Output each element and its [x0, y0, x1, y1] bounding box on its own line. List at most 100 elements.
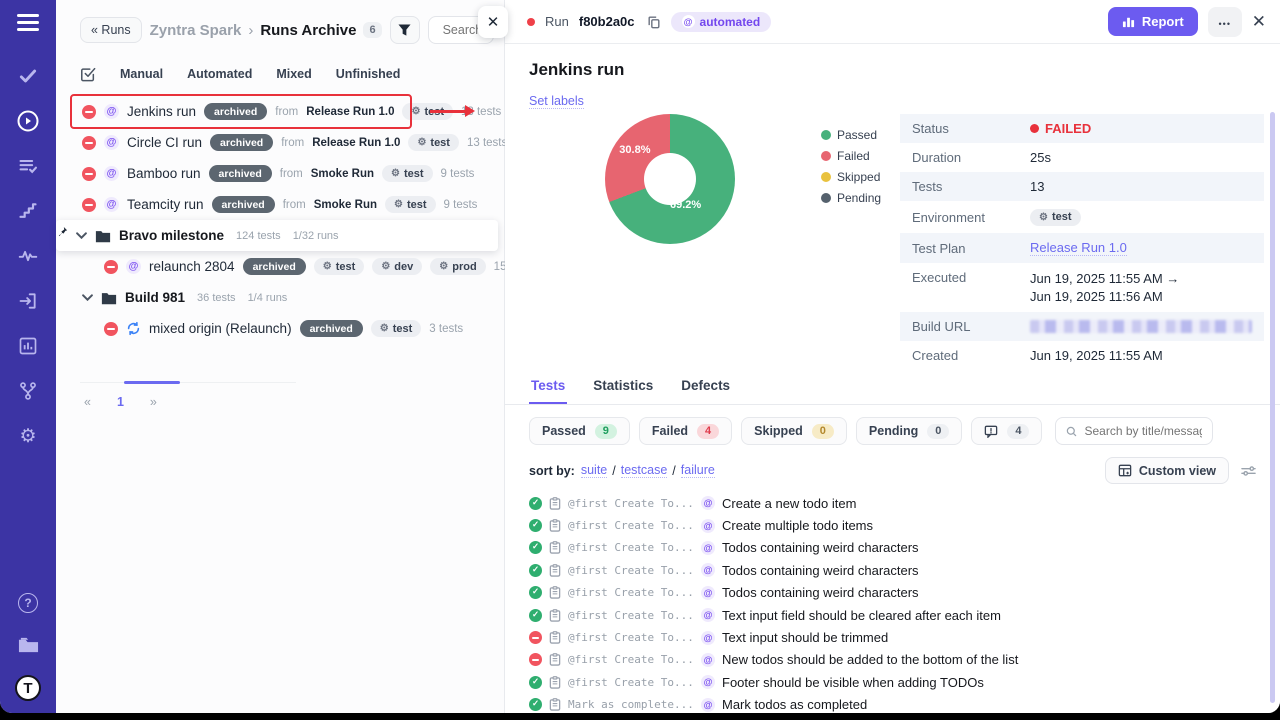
clipboard-icon[interactable] [549, 698, 561, 711]
legend-skipped[interactable]: Skipped [821, 170, 881, 184]
test-title[interactable]: Create multiple todo items [722, 518, 873, 533]
back-to-runs-button[interactable]: « Runs [80, 17, 142, 43]
projects-folder-icon[interactable] [16, 633, 40, 657]
test-title[interactable]: Footer should be visible when adding TOD… [722, 675, 984, 690]
chevron-down-icon[interactable] [76, 232, 87, 239]
test-title[interactable]: Text input should be trimmed [722, 630, 888, 645]
test-suite[interactable]: @first Create To... [568, 586, 694, 599]
test-row[interactable]: @first Create To... Create multiple todo… [529, 514, 1280, 536]
test-row[interactable]: @first Create To... Todos containing wei… [529, 582, 1280, 604]
test-title[interactable]: Mark todos as completed [722, 697, 867, 712]
steps-icon[interactable] [16, 199, 40, 223]
tab-mixed[interactable]: Mixed [276, 67, 311, 81]
clipboard-icon[interactable] [549, 631, 561, 644]
run-name[interactable]: Jenkins run [127, 104, 196, 119]
test-title[interactable]: Text input field should be cleared after… [722, 608, 1001, 623]
sort-suite-link[interactable]: suite [581, 463, 607, 478]
chevron-down-icon[interactable] [82, 294, 93, 301]
report-button[interactable]: Report [1108, 7, 1198, 36]
from-plan-name[interactable]: Smoke Run [314, 199, 377, 211]
env-badge-test[interactable]: test [385, 196, 436, 213]
env-badge-prod[interactable]: prod [430, 258, 485, 275]
env-badge-test[interactable]: test [314, 258, 365, 275]
env-badge-test[interactable]: test [408, 134, 459, 151]
run-row-jenkins[interactable]: Jenkins run archived from Release Run 1.… [56, 96, 504, 127]
test-title[interactable]: Todos containing weird characters [722, 540, 919, 555]
run-row-mixed-origin[interactable]: mixed origin (Relaunch) archived test 3 … [56, 313, 504, 344]
legend-passed[interactable]: Passed [821, 128, 881, 142]
pin-icon[interactable] [58, 226, 68, 241]
more-options-button[interactable] [1208, 7, 1242, 37]
filter-comments-button[interactable]: 4 [971, 417, 1042, 445]
menu-icon[interactable] [17, 14, 39, 31]
vertical-scrollbar[interactable] [1270, 112, 1275, 703]
folder-row-build-981[interactable]: Build 981 36 tests 1/4 runs [56, 282, 504, 313]
test-plan-link[interactable]: Release Run 1.0 [1030, 240, 1127, 256]
custom-view-button[interactable]: Custom view [1105, 457, 1229, 484]
folder-name[interactable]: Bravo milestone [119, 228, 224, 243]
env-badge-test[interactable]: test [371, 320, 422, 337]
tab-tests[interactable]: Tests [529, 372, 567, 404]
tests-search-input[interactable] [1084, 424, 1202, 438]
filter-funnel-button[interactable] [390, 16, 420, 44]
env-badge-test[interactable]: test [402, 103, 453, 120]
legend-pending[interactable]: Pending [821, 191, 881, 205]
test-row[interactable]: @first Create To... Create a new todo it… [529, 492, 1280, 514]
sort-testcase-link[interactable]: testcase [621, 463, 668, 478]
clipboard-icon[interactable] [549, 497, 561, 510]
clipboard-icon[interactable] [549, 541, 561, 554]
test-row[interactable]: @first Create To... New todos should be … [529, 649, 1280, 671]
test-title[interactable]: Todos containing weird characters [722, 585, 919, 600]
test-title[interactable]: Todos containing weird characters [722, 563, 919, 578]
tab-automated[interactable]: Automated [187, 67, 252, 81]
sort-failure-link[interactable]: failure [681, 463, 715, 478]
folder-name[interactable]: Build 981 [125, 290, 185, 305]
from-plan-name[interactable]: Release Run 1.0 [306, 106, 394, 118]
tab-statistics[interactable]: Statistics [591, 372, 655, 404]
filter-failed-button[interactable]: Failed4 [639, 417, 732, 445]
account-avatar[interactable]: T [15, 675, 41, 701]
test-row[interactable]: @first Create To... Footer should be vis… [529, 671, 1280, 693]
set-labels-link[interactable]: Set labels [529, 94, 584, 109]
filter-skipped-button[interactable]: Skipped0 [741, 417, 847, 445]
clipboard-icon[interactable] [549, 609, 561, 622]
from-plan-name[interactable]: Smoke Run [311, 168, 374, 180]
tests-search-field[interactable] [1055, 417, 1213, 445]
from-plan-name[interactable]: Release Run 1.0 [312, 137, 400, 149]
breadcrumb-project[interactable]: Zyntra Spark [150, 22, 242, 39]
clipboard-icon[interactable] [549, 564, 561, 577]
run-name[interactable]: Bamboo run [127, 166, 201, 181]
run-name[interactable]: relaunch 2804 [149, 259, 235, 274]
run-name[interactable]: Teamcity run [127, 197, 204, 212]
select-all-icon[interactable] [80, 66, 96, 82]
sliders-icon[interactable] [1241, 464, 1256, 478]
run-name[interactable]: mixed origin (Relaunch) [149, 321, 292, 336]
test-row[interactable]: @first Create To... Text input should be… [529, 626, 1280, 648]
test-suite[interactable]: @first Create To... [568, 609, 694, 622]
test-row[interactable]: Mark as complete... Mark todos as comple… [529, 694, 1280, 713]
check-icon[interactable] [16, 64, 40, 88]
run-row-relaunch-2804[interactable]: relaunch 2804 archived test dev prod 15 … [56, 251, 504, 282]
run-row-teamcity[interactable]: Teamcity run archived from Smoke Run tes… [56, 189, 504, 220]
import-icon[interactable] [16, 289, 40, 313]
test-suite[interactable]: @first Create To... [568, 541, 694, 554]
tab-defects[interactable]: Defects [679, 372, 732, 404]
test-suite[interactable]: @first Create To... [568, 676, 694, 689]
runs-play-circle-icon[interactable] [16, 109, 40, 133]
filter-pending-button[interactable]: Pending0 [856, 417, 962, 445]
run-row-circle-ci[interactable]: Circle CI run archived from Release Run … [56, 127, 504, 158]
folder-row-bravo-milestone[interactable]: Bravo milestone 124 tests 1/32 runs [56, 220, 498, 251]
clipboard-icon[interactable] [549, 519, 561, 532]
legend-failed[interactable]: Failed [821, 149, 881, 163]
branch-icon[interactable] [16, 379, 40, 403]
test-title[interactable]: Create a new todo item [722, 496, 856, 511]
close-detail-button[interactable] [1252, 12, 1266, 32]
help-icon[interactable] [16, 591, 40, 615]
list-check-icon[interactable] [16, 154, 40, 178]
env-badge-test[interactable]: test [1030, 209, 1081, 226]
settings-gear-icon[interactable] [16, 424, 40, 448]
clipboard-icon[interactable] [549, 676, 561, 689]
test-suite[interactable]: @first Create To... [568, 497, 694, 510]
env-badge-dev[interactable]: dev [372, 258, 422, 275]
env-badge-test[interactable]: test [382, 165, 433, 182]
